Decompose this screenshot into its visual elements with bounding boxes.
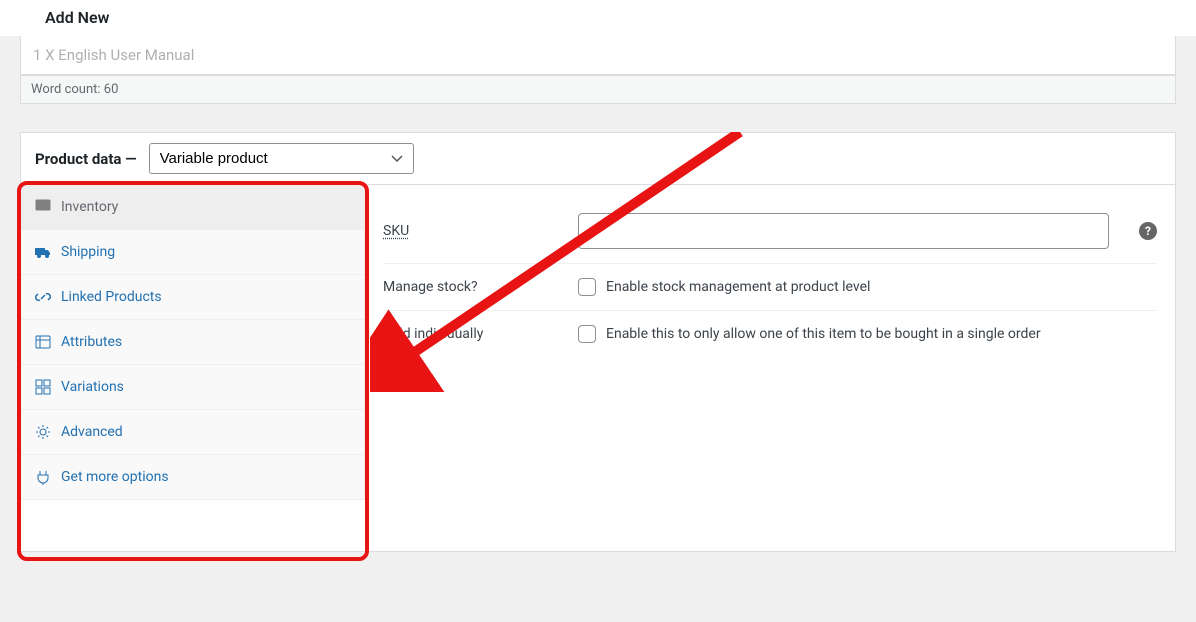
sold-individually-checkbox[interactable]	[578, 325, 596, 343]
tab-variations[interactable]: Variations	[21, 365, 364, 410]
tab-label: Variations	[61, 379, 124, 395]
product-data-header: Product data — Variable product	[21, 133, 1175, 185]
sold-individually-checkbox-label: Enable this to only allow one of this it…	[606, 326, 1041, 342]
tab-label: Advanced	[61, 424, 123, 440]
sold-individually-label: Sold individually	[383, 326, 558, 342]
product-type-select[interactable]: Variable product	[149, 143, 414, 174]
gear-icon	[35, 424, 51, 440]
word-count-bar: Word count: 60	[20, 75, 1176, 104]
tab-inventory[interactable]: Inventory	[21, 185, 364, 230]
tab-shipping[interactable]: Shipping	[21, 230, 364, 275]
manage-stock-checkbox-label: Enable stock management at product level	[606, 279, 870, 295]
tab-label: Shipping	[61, 244, 115, 260]
product-data-panel: Product data — Variable product Inventor…	[20, 132, 1176, 552]
manage-stock-label: Manage stock?	[383, 279, 558, 295]
attributes-icon	[35, 334, 51, 350]
tab-label: Attributes	[61, 334, 122, 350]
variations-icon	[35, 379, 51, 395]
tab-label: Inventory	[61, 199, 118, 215]
tab-linked-products[interactable]: Linked Products	[21, 275, 364, 320]
manage-stock-checkbox[interactable]	[578, 278, 596, 296]
sku-label: SKU	[383, 223, 558, 239]
product-data-title: Product data —	[35, 150, 137, 168]
tab-get-more-options[interactable]: Get more options	[21, 455, 364, 500]
inventory-panel: SKU ? Manage stock? Enable stock managem…	[365, 185, 1175, 500]
inventory-icon	[35, 199, 51, 215]
tab-attributes[interactable]: Attributes	[21, 320, 364, 365]
link-icon	[35, 289, 51, 305]
sku-input[interactable]	[578, 213, 1109, 249]
plug-icon	[35, 469, 51, 485]
page-title: Add New	[45, 8, 109, 27]
editor-content-cutoff: 1 X English User Manual	[20, 36, 1176, 75]
tab-label: Get more options	[61, 469, 169, 485]
product-data-sidebar: Inventory Shipping Linked Products	[21, 185, 365, 500]
shipping-icon	[35, 244, 51, 260]
tab-label: Linked Products	[61, 289, 162, 305]
help-icon[interactable]: ?	[1139, 222, 1157, 240]
tab-advanced[interactable]: Advanced	[21, 410, 364, 455]
